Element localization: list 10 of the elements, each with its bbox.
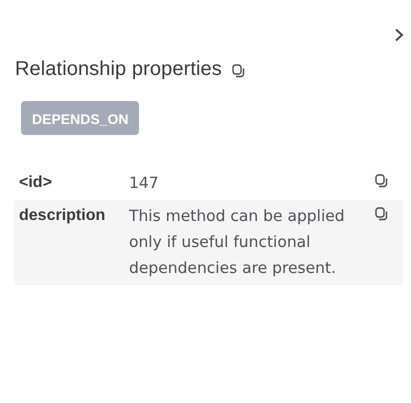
panel-title: Relationship properties (15, 58, 222, 81)
copy-icon[interactable] (375, 174, 388, 188)
copy-icon[interactable] (375, 207, 388, 221)
property-key: <id> (19, 170, 114, 196)
copy-icon[interactable] (232, 64, 245, 78)
property-value: This method can be applied only if useful functional dependencies are present. (129, 206, 346, 279)
chevron-right-icon[interactable] (394, 28, 404, 42)
property-value: 147 (129, 173, 160, 194)
relationship-type-tag: DEPENDS_ON (21, 101, 140, 135)
property-key: description (19, 203, 114, 281)
